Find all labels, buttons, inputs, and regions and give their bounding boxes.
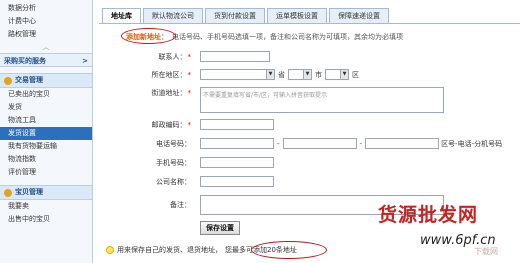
sidebar-section-trade[interactable]: 交易管理	[0, 73, 92, 88]
watermark-brand: 货源批发网	[378, 204, 479, 226]
chevron-right-icon: >	[82, 57, 88, 65]
province-select[interactable]: ▼	[200, 69, 275, 80]
province-unit: 省	[278, 70, 285, 79]
tab-default-logistics[interactable]: 默认物流公司	[143, 8, 203, 23]
contact-input[interactable]	[200, 51, 270, 62]
sidebar-item-on-sale[interactable]: 出售中的宝贝	[0, 213, 92, 226]
street-textarea[interactable]: 不需要重复填写省/市/区，可输入拼音获取提示	[200, 87, 444, 113]
sidebar-section-goods[interactable]: 宝贝管理	[0, 185, 92, 200]
sidebar-section-trade-title: 交易管理	[15, 76, 43, 84]
phone-area-input[interactable]	[200, 138, 274, 149]
region-label: 所在地区：*	[151, 70, 192, 79]
city-select[interactable]: ▼	[288, 69, 312, 80]
tip-highlight-circle	[251, 241, 327, 259]
phone-row: 电话号码： - - 区号-电话-分机号码	[99, 138, 505, 149]
sidebar-item-shipping-settings[interactable]: 发货设置	[0, 127, 92, 140]
company-input[interactable]	[200, 176, 274, 187]
tab-express-guarantee[interactable]: 保障速递设置	[329, 8, 389, 23]
street-label: 街道地址：*	[151, 89, 192, 97]
sidebar-section-goods-title: 宝贝管理	[15, 188, 43, 196]
region-row: 所在地区：* ▼ 省 ▼ 市 ▼ 区	[99, 69, 362, 80]
lightbulb-icon	[106, 246, 114, 254]
mobile-row: 手机号码：	[99, 157, 274, 168]
mobile-input[interactable]	[200, 157, 274, 168]
phone-ext-input[interactable]	[365, 138, 440, 149]
postcode-row: 邮政编码：*	[99, 119, 274, 130]
street-row: 街道地址：*	[99, 88, 192, 98]
watermark-small: 下载网	[474, 247, 498, 256]
sidebar-item-logistics-tools[interactable]: 物流工具	[0, 114, 92, 127]
sidebar-item-rights[interactable]: 路权管理	[0, 28, 92, 41]
collapse-icon[interactable]: ︿	[0, 41, 92, 53]
tab-waybill-template[interactable]: 运单模板设置	[267, 8, 327, 23]
highlight-circle	[121, 28, 176, 44]
tab-bar: 地址库 默认物流公司 货到付款设置 运单模板设置 保障速递设置	[102, 8, 389, 23]
sidebar-item-logistics-index[interactable]: 物流指数	[0, 153, 92, 166]
goods-icon	[4, 188, 12, 197]
notice-text: 电话号码、手机号码选填一项，备注和公司名称为可填项，其余均为必填项	[172, 33, 403, 41]
sidebar-item-transport[interactable]: 我有货物要运输	[0, 140, 92, 153]
sidebar: 数据分析 计费中心 路权管理 ︿ 采购买的服务 > 交易管理 已卖出的宝贝 发货…	[0, 0, 93, 263]
phone-sep-1: -	[277, 139, 280, 148]
sidebar-item-ship[interactable]: 发货	[0, 101, 92, 114]
sidebar-item-data-analysis[interactable]: 数据分析	[0, 2, 92, 15]
contact-row: 联系人：*	[99, 51, 270, 62]
city-unit: 市	[315, 70, 322, 79]
tab-divider	[99, 23, 520, 24]
save-button[interactable]: 保存设置	[200, 221, 240, 235]
sidebar-item-billing[interactable]: 计费中心	[0, 15, 92, 28]
company-label: 公司名称：	[156, 177, 191, 186]
tab-cod-settings[interactable]: 货到付款设置	[205, 8, 265, 23]
sidebar-item-sell[interactable]: 我要卖	[0, 200, 92, 213]
tip-text: 用来保存自己的发货、退货地址，	[117, 246, 222, 254]
trade-icon	[4, 76, 12, 85]
phone-sep-2: -	[359, 139, 363, 148]
tab-address-book[interactable]: 地址库	[102, 8, 141, 23]
phone-hint: 区号-电话-分机号码	[441, 139, 503, 148]
company-row: 公司名称：	[99, 176, 274, 187]
remark-label: 备注：	[170, 201, 191, 209]
sidebar-buy-service-label: 采购买的服务	[4, 57, 46, 65]
postcode-label: 邮政编码：*	[151, 120, 192, 129]
phone-number-input[interactable]	[282, 138, 357, 149]
district-unit: 区	[352, 70, 359, 79]
chevron-down-icon: ▼	[266, 70, 274, 79]
contact-label: 联系人：*	[158, 52, 192, 61]
sidebar-item-reviews[interactable]: 评价管理	[0, 166, 92, 179]
chevron-down-icon: ▼	[340, 70, 348, 79]
postcode-input[interactable]	[200, 119, 274, 130]
district-select[interactable]: ▼	[325, 69, 349, 80]
mobile-label: 手机号码：	[156, 158, 191, 167]
chevron-down-icon: ▼	[303, 70, 311, 79]
sidebar-item-sold[interactable]: 已卖出的宝贝	[0, 88, 92, 101]
phone-label: 电话号码：	[156, 139, 191, 148]
sidebar-buy-service[interactable]: 采购买的服务 >	[0, 53, 92, 67]
